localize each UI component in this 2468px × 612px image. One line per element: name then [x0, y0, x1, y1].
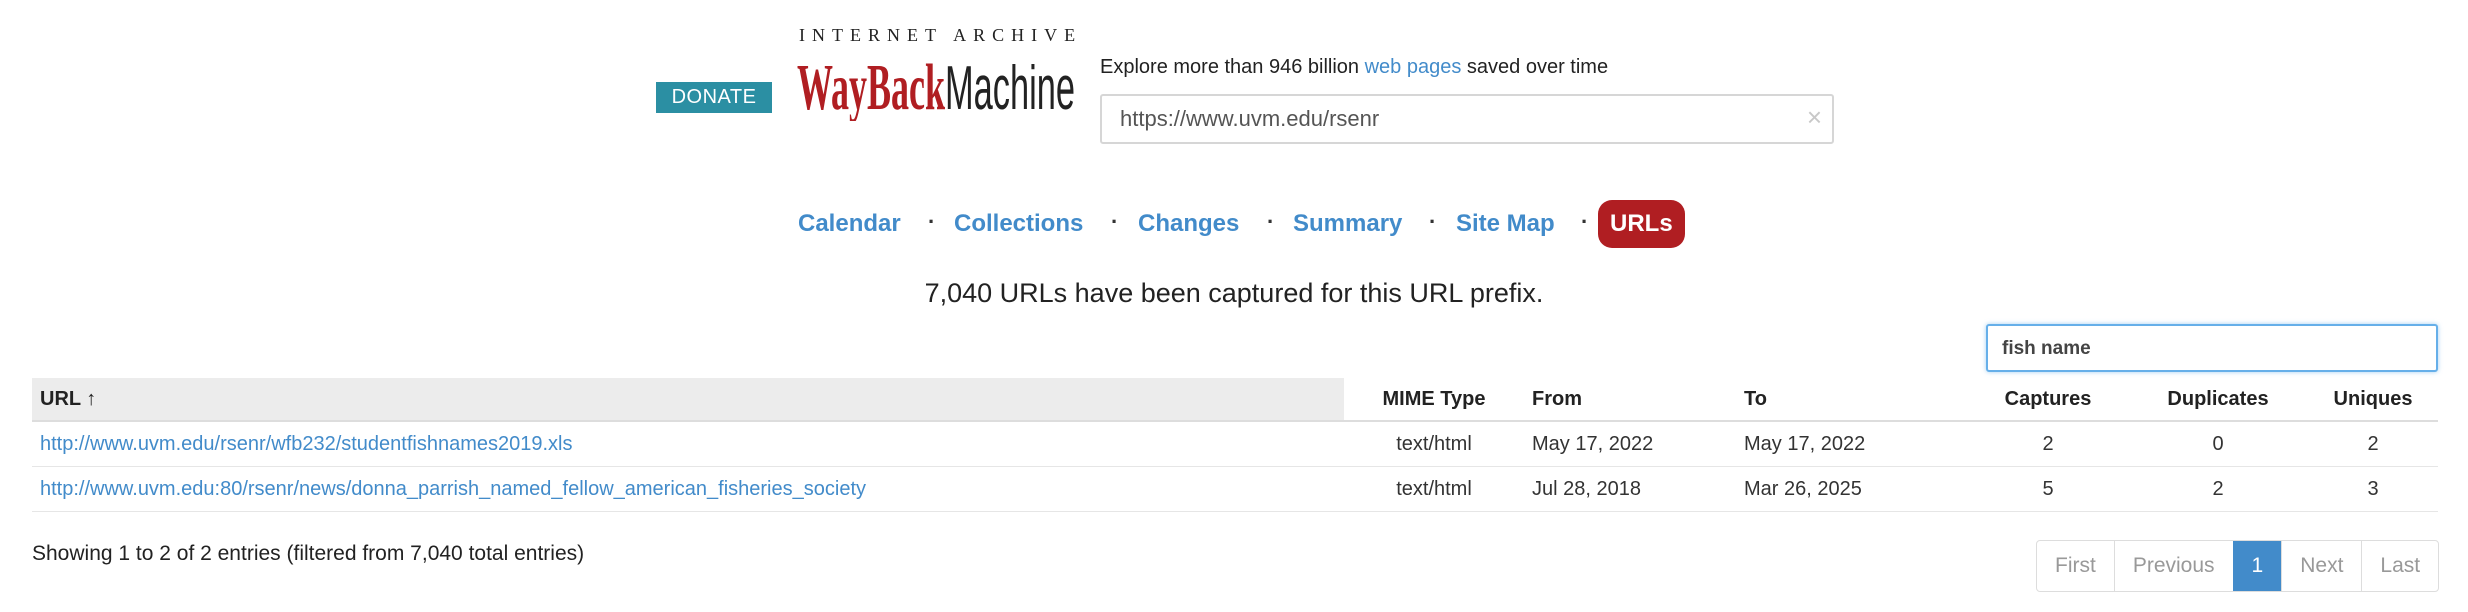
- pager-next-button[interactable]: Next: [2281, 541, 2361, 591]
- url-cell: http://www.uvm.edu:80/rsenr/news/donna_p…: [32, 466, 1344, 512]
- pagination: First Previous 1 Next Last: [2036, 540, 2440, 592]
- pager-first-button[interactable]: First: [2037, 541, 2114, 591]
- tab-separator: ·: [1581, 209, 1589, 234]
- nav-tabs: Calendar · Collections · Changes · Summa…: [0, 200, 2468, 252]
- column-header-uniques[interactable]: Uniques: [2308, 378, 2438, 422]
- to-cell: May 17, 2022: [1736, 421, 1968, 467]
- column-header-mime[interactable]: MIME Type: [1344, 378, 1524, 422]
- tab-separator: ·: [1429, 209, 1437, 234]
- url-search-box[interactable]: ×: [1100, 94, 1834, 144]
- tab-calendar[interactable]: Calendar: [798, 200, 901, 248]
- table-row: http://www.uvm.edu/rsenr/wfb232/studentf…: [32, 421, 2438, 467]
- web-pages-link[interactable]: web pages: [1365, 56, 1462, 78]
- captures-cell: 2: [1968, 421, 2128, 467]
- tab-changes[interactable]: Changes: [1138, 200, 1239, 248]
- uniques-cell: 2: [2308, 421, 2438, 467]
- to-cell: Mar 26, 2025: [1736, 466, 1968, 512]
- tab-separator: ·: [1111, 209, 1119, 234]
- from-cell: May 17, 2022: [1524, 421, 1736, 467]
- logo-wayback-text: WayBack: [797, 51, 945, 121]
- url-link[interactable]: http://www.uvm.edu:80/rsenr/news/donna_p…: [40, 478, 866, 500]
- from-cell: Jul 28, 2018: [1524, 466, 1736, 512]
- url-link[interactable]: http://www.uvm.edu/rsenr/wfb232/studentf…: [40, 433, 573, 455]
- pager-previous-button[interactable]: Previous: [2113, 541, 2233, 591]
- explore-prefix: Explore more than 946 billion: [1100, 56, 1365, 78]
- pager-page-1-button[interactable]: 1: [2232, 541, 2282, 591]
- table-header-row: URL ↑ MIME Type From To Captures Duplica…: [32, 378, 2438, 422]
- urls-table: URL ↑ MIME Type From To Captures Duplica…: [32, 378, 2438, 512]
- filter-box[interactable]: [1986, 324, 2438, 372]
- table-row: http://www.uvm.edu:80/rsenr/news/donna_p…: [32, 466, 2438, 512]
- mime-cell: text/html: [1344, 466, 1524, 512]
- duplicates-cell: 2: [2128, 466, 2308, 512]
- column-header-url[interactable]: URL ↑: [32, 378, 1344, 422]
- column-header-from[interactable]: From: [1524, 378, 1736, 422]
- tab-summary[interactable]: Summary: [1293, 200, 1402, 248]
- explore-suffix: saved over time: [1461, 56, 1609, 78]
- column-header-to[interactable]: To: [1736, 378, 1968, 422]
- clear-icon[interactable]: ×: [1807, 102, 1822, 132]
- logo-wordmark: WayBack Machine: [797, 51, 1075, 121]
- explore-tagline: Explore more than 946 billion web pages …: [1100, 56, 1608, 79]
- url-count-summary: 7,040 URLs have been captured for this U…: [924, 278, 1544, 308]
- logo-internet-archive-text: INTERNET ARCHIVE: [799, 25, 1083, 45]
- url-search-input[interactable]: [1120, 105, 1770, 133]
- captures-cell: 5: [1968, 466, 2128, 512]
- duplicates-cell: 0: [2128, 421, 2308, 467]
- tab-urls[interactable]: URLs: [1598, 200, 1685, 248]
- tab-collections[interactable]: Collections: [954, 200, 1083, 248]
- url-cell: http://www.uvm.edu/rsenr/wfb232/studentf…: [32, 421, 1344, 467]
- logo-machine-text: Machine: [945, 54, 1075, 121]
- tab-separator: ·: [928, 209, 936, 234]
- table-info-text: Showing 1 to 2 of 2 entries (filtered fr…: [32, 542, 585, 565]
- donate-button[interactable]: DONATE: [656, 82, 772, 113]
- filter-input[interactable]: [2002, 336, 2422, 362]
- column-header-captures[interactable]: Captures: [1968, 378, 2128, 422]
- column-header-duplicates[interactable]: Duplicates: [2128, 378, 2308, 422]
- mime-cell: text/html: [1344, 421, 1524, 467]
- pager-last-button[interactable]: Last: [2361, 541, 2438, 591]
- uniques-cell: 3: [2308, 466, 2438, 512]
- tab-site-map[interactable]: Site Map: [1456, 200, 1555, 248]
- tab-separator: ·: [1267, 209, 1275, 234]
- wayback-machine-logo[interactable]: INTERNET ARCHIVE WayBack Machine: [797, 25, 1077, 125]
